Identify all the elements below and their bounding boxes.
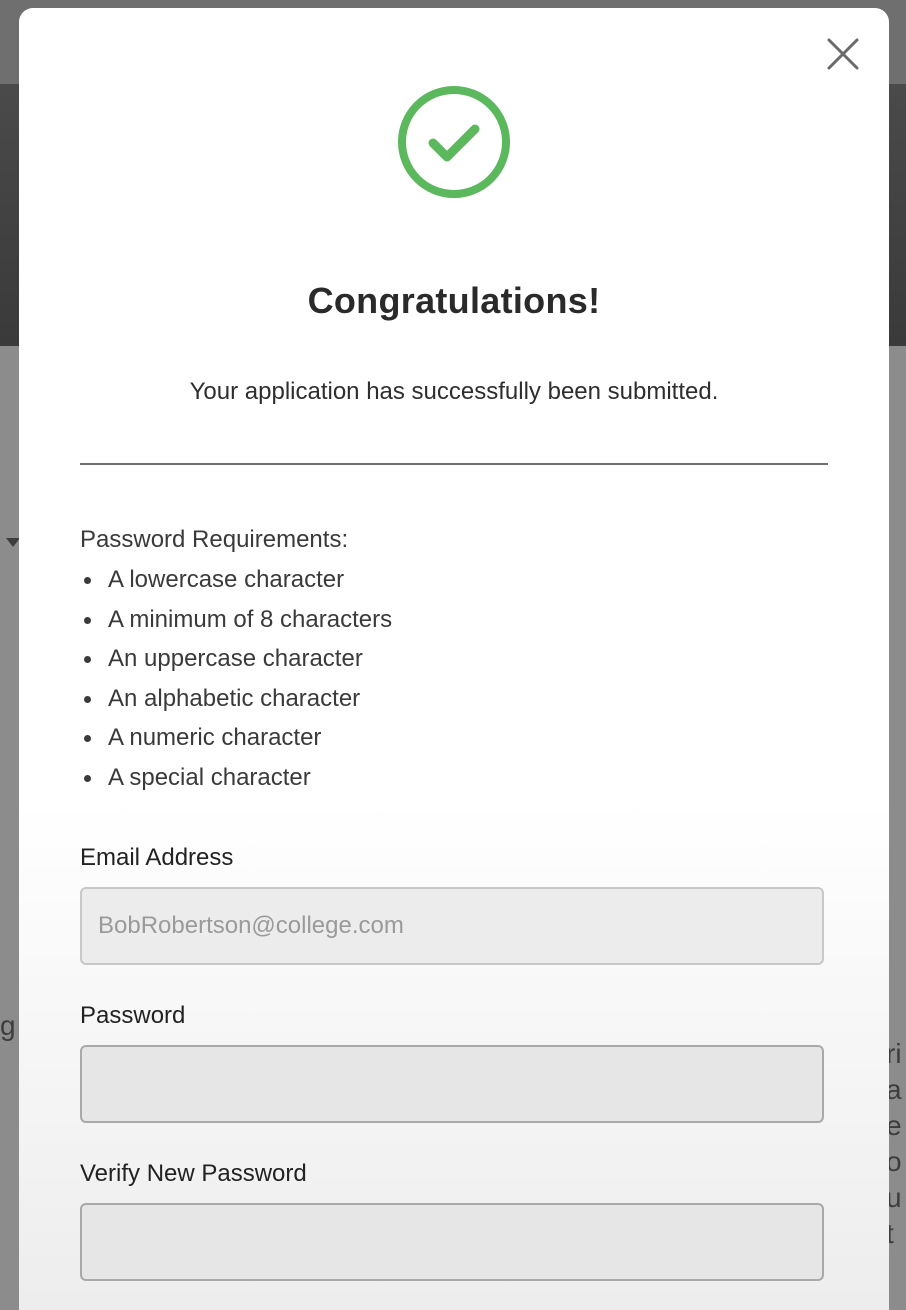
check-circle-icon (398, 86, 510, 198)
success-indicator (396, 84, 512, 200)
close-button[interactable] (825, 36, 861, 72)
modal-subtitle: Your application has successfully been s… (189, 378, 719, 405)
requirement-item: A numeric character (80, 718, 828, 758)
requirements-heading: Password Requirements: (80, 526, 349, 553)
section-divider (80, 463, 828, 465)
modal-title: Congratulations! (307, 280, 601, 321)
requirement-item: An alphabetic character (80, 679, 828, 719)
password-requirements: Password Requirements: A lowercase chara… (80, 520, 828, 798)
requirement-item: A minimum of 8 characters (80, 600, 828, 640)
requirement-item: A special character (80, 758, 828, 798)
password-input[interactable] (80, 1045, 824, 1123)
backdrop-text-left: g (0, 1010, 16, 1041)
email-label: Email Address (80, 844, 234, 871)
email-field (80, 887, 824, 965)
success-modal: Congratulations! Your application has su… (19, 8, 889, 1310)
close-x-icon (827, 38, 859, 70)
backdrop-dropdown-arrow-icon (6, 538, 20, 547)
requirement-item: An uppercase character (80, 639, 828, 679)
verify-password-input[interactable] (80, 1203, 824, 1281)
requirements-list: A lowercase character A minimum of 8 cha… (80, 560, 828, 798)
verify-password-label: Verify New Password (80, 1160, 307, 1187)
requirement-item: A lowercase character (80, 560, 828, 600)
password-label: Password (80, 1002, 186, 1029)
